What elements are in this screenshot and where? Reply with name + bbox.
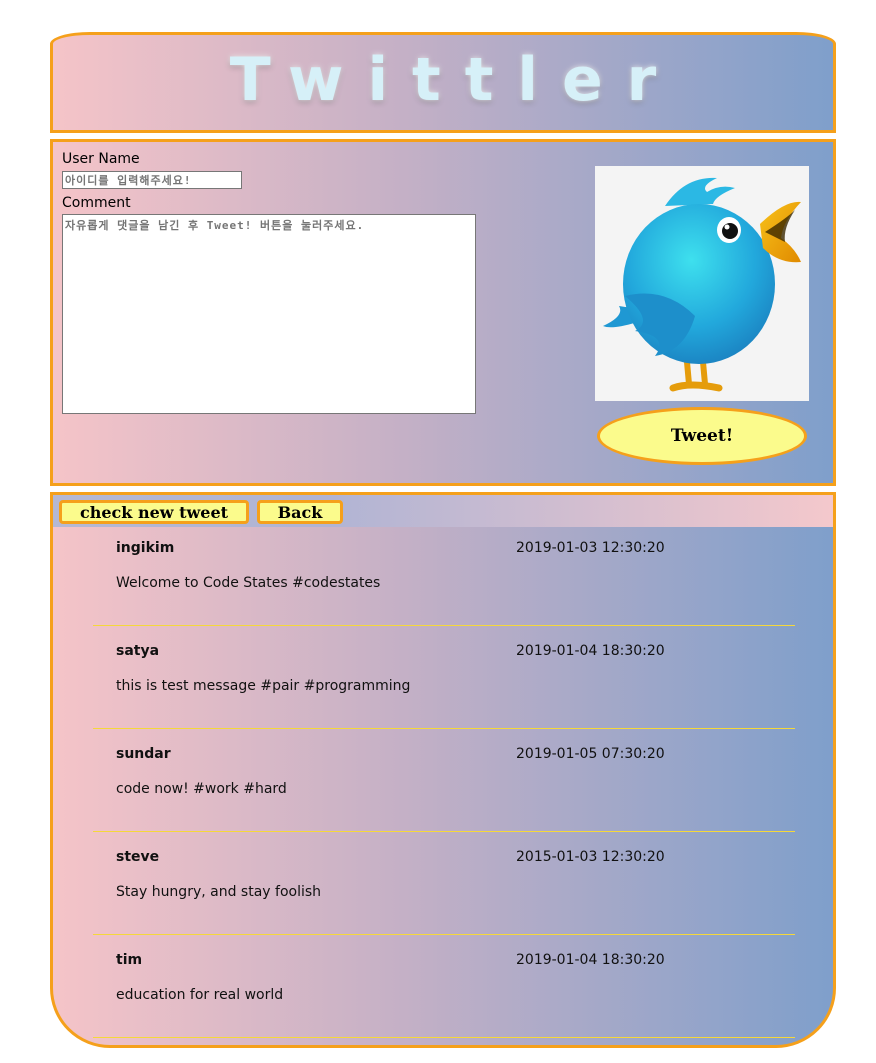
comment-label: Comment [62,195,131,211]
tweet-item: tim 2019-01-04 18:30:20 education for re… [93,934,795,1038]
tweet-item: ingikim 2019-01-03 12:30:20 Welcome to C… [93,522,795,626]
check-new-tweet-button[interactable]: check new tweet [59,500,249,524]
tweet-username: sundar [116,746,171,762]
tweet-message: this is test message #pair #programming [116,678,411,694]
tweet-timestamp: 2019-01-04 18:30:20 [516,952,665,968]
app-title: Twittler [229,45,681,115]
username-input[interactable] [62,171,242,189]
tweet-timestamp: 2019-01-03 12:30:20 [516,540,665,556]
tweet-timestamp: 2019-01-05 07:30:20 [516,746,665,762]
back-button[interactable]: Back [257,500,343,524]
tweet-item: steve 2015-01-03 12:30:20 Stay hungry, a… [93,831,795,935]
tweet-item: sundar 2019-01-05 07:30:20 code now! #wo… [93,728,795,832]
username-label: User Name [62,151,140,167]
tweet-username: satya [116,643,160,659]
tweet-message: education for real world [116,987,284,1003]
tweet-button[interactable]: Tweet! [597,407,807,465]
tweet-username: tim [116,952,143,968]
tweet-item: satya 2019-01-04 18:30:20 this is test m… [93,625,795,729]
twitter-bird-icon [595,166,809,401]
tweet-timestamp: 2015-01-03 12:30:20 [516,849,665,865]
tweet-username: steve [116,849,160,865]
tweet-timestamp: 2019-01-04 18:30:20 [516,643,665,659]
tweet-feed: check new tweet Back ingikim 2019-01-03 … [50,492,836,1048]
tweet-message: Welcome to Code States #codestates [116,575,381,591]
tweet-username: ingikim [116,540,175,556]
app-header: Twittler [50,32,836,133]
comment-textarea[interactable] [62,214,476,414]
tweet-message: code now! #work #hard [116,781,287,797]
compose-panel: User Name Comment [50,139,836,486]
tweet-message: Stay hungry, and stay foolish [116,884,322,900]
